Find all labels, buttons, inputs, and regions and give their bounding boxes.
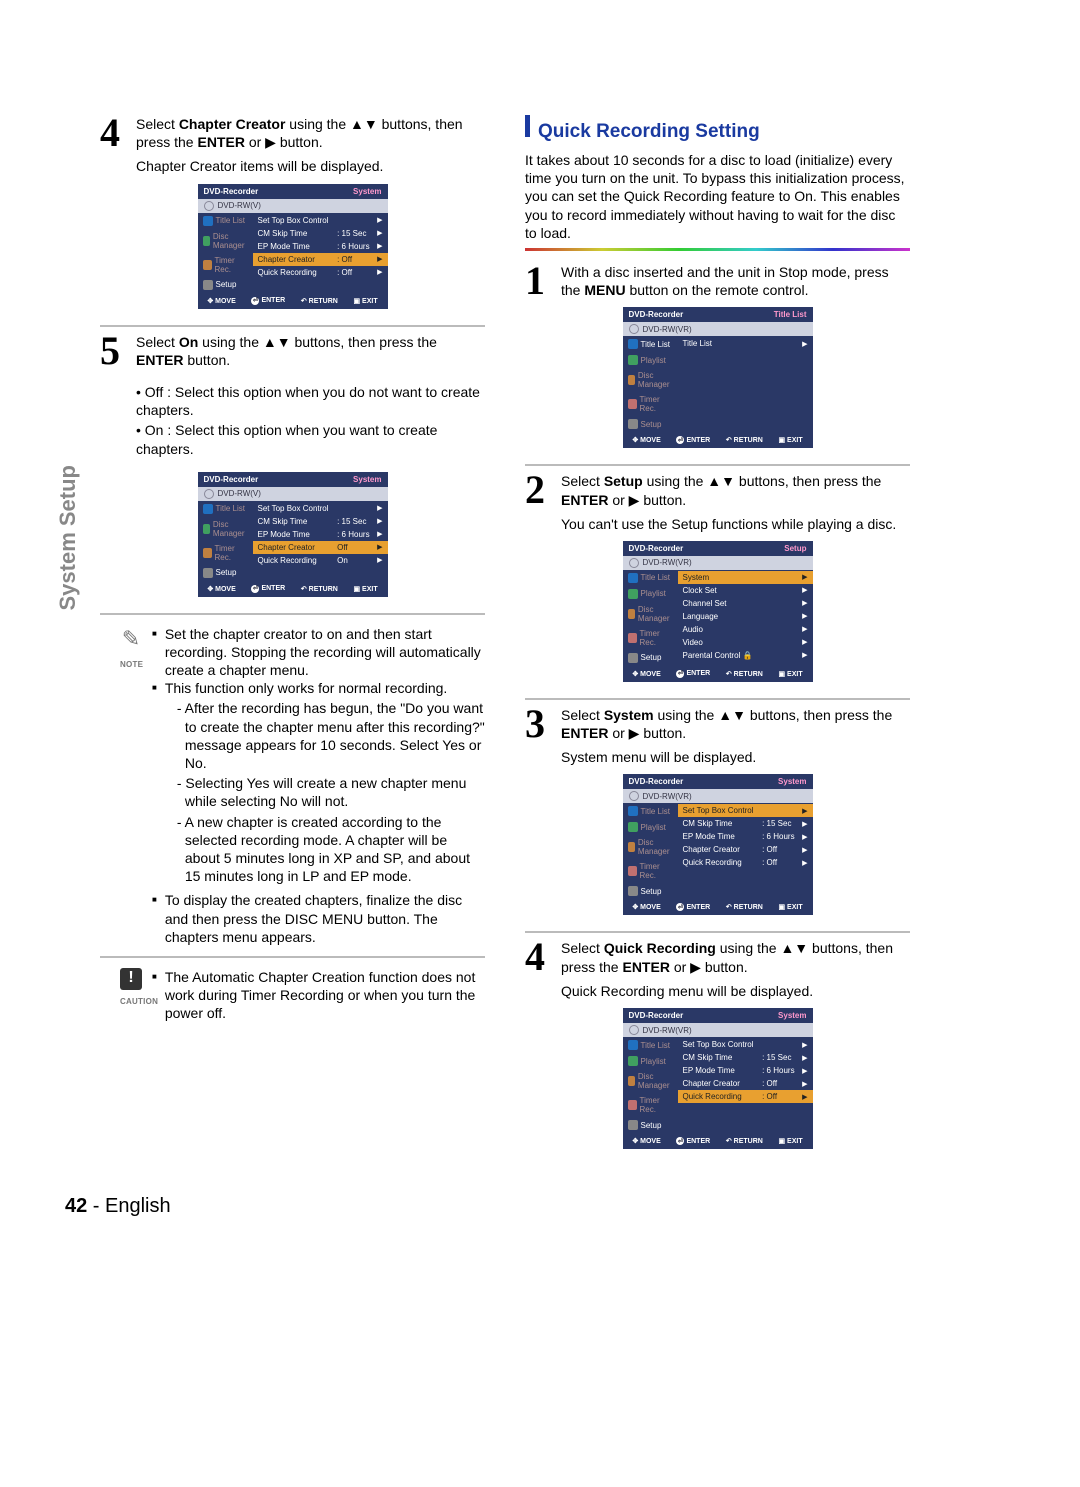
left-column: 4 Select Chapter Creator using the ▲▼ bu… xyxy=(100,115,485,1165)
caution-icon: !CAUTION xyxy=(120,968,142,1023)
caution-text: The Automatic Chapter Creation function … xyxy=(165,968,485,1023)
step-5: 5 Select On using the ▲▼ buttons, then p… xyxy=(100,333,485,369)
section-tab: System Setup xyxy=(55,465,81,611)
step-2-sub: You can't use the Setup functions while … xyxy=(561,515,910,533)
step-number: 5 xyxy=(100,333,128,369)
osd-screen-titlelist: DVD-RecorderTitle ListDVD-RW(VR) Title L… xyxy=(623,307,813,448)
step-2: 2 Select Setup using the ▲▼ buttons, the… xyxy=(525,472,910,508)
step-4-sub: Chapter Creator items will be displayed. xyxy=(136,157,485,175)
step-4-right: 4 Select Quick Recording using the ▲▼ bu… xyxy=(525,939,910,975)
caution-block: !CAUTION The Automatic Chapter Creation … xyxy=(120,968,485,1023)
option-off: • Off : Select this option when you do n… xyxy=(136,383,485,419)
section-heading: Quick Recording Setting xyxy=(525,115,910,143)
step-4-left: 4 Select Chapter Creator using the ▲▼ bu… xyxy=(100,115,485,151)
osd-screen-setup: DVD-RecorderSetupDVD-RW(VR) Title ListPl… xyxy=(623,541,813,682)
step-3-sub: System menu will be displayed. xyxy=(561,748,910,766)
option-on: • On : Select this option when you want … xyxy=(136,421,485,457)
step-number: 4 xyxy=(100,115,128,151)
page-footer: 42 - English xyxy=(65,1195,980,1218)
osd-screen-system: DVD-RecorderSystemDVD-RW(VR) Title ListP… xyxy=(623,774,813,915)
step-4-sub: Quick Recording menu will be displayed. xyxy=(561,982,910,1000)
right-column: Quick Recording Setting It takes about 1… xyxy=(525,115,910,1165)
intro-text: It takes about 10 seconds for a disc to … xyxy=(525,151,910,242)
note-block: ✎NOTE Set the chapter creator to on and … xyxy=(120,625,485,946)
note-icon: ✎NOTE xyxy=(120,625,142,946)
osd-screen-chapter-creator: DVD-RecorderSystemDVD-RW(V) Title ListDi… xyxy=(198,184,388,309)
osd-screen-chapter-creator-on: DVD-RecorderSystemDVD-RW(V) Title ListDi… xyxy=(198,472,388,597)
note-item: To display the created chapters, finaliz… xyxy=(165,891,485,946)
osd-screen-quick-recording: DVD-RecorderSystemDVD-RW(VR) Title ListP… xyxy=(623,1008,813,1149)
note-item: This function only works for normal reco… xyxy=(165,679,485,891)
step-3: 3 Select System using the ▲▼ buttons, th… xyxy=(525,706,910,742)
note-item: Set the chapter creator to on and then s… xyxy=(165,625,485,680)
step-1: 1 With a disc inserted and the unit in S… xyxy=(525,263,910,299)
